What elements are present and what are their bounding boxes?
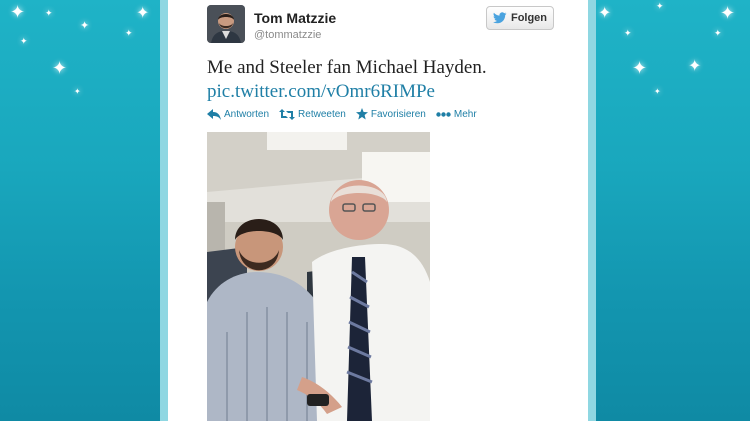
tweet-photo[interactable] <box>207 132 430 421</box>
sparkle-icon: ✦ <box>624 29 632 39</box>
retweet-label: Retweeten <box>298 108 346 120</box>
ellipsis-icon <box>436 111 451 117</box>
reply-label: Antworten <box>224 108 270 120</box>
tweet-actions: Antworten Retweeten Favorisieren Mehr <box>207 108 477 120</box>
sparkle-icon: ✦ <box>720 3 736 24</box>
sparkle-icon: ✦ <box>74 87 81 96</box>
sparkle-icon: ✦ <box>654 87 661 96</box>
author-name[interactable]: Tom Matzzie <box>254 10 336 26</box>
more-action[interactable]: Mehr <box>436 108 477 120</box>
sparkle-icon: ✦ <box>598 3 612 22</box>
tweet-body: Me and Steeler fan Michael Hayden. <box>207 57 487 78</box>
tweet-card: Tom Matzzie @tommatzzie Folgen Me and St… <box>168 0 588 421</box>
reply-action[interactable]: Antworten <box>207 108 269 120</box>
sparkle-icon: ✦ <box>688 56 702 75</box>
favorite-action[interactable]: Favorisieren <box>355 108 426 120</box>
reply-arrow-icon <box>207 108 221 120</box>
more-label: Mehr <box>453 108 477 120</box>
sparkle-icon: ✦ <box>632 58 648 79</box>
star-icon <box>355 108 368 120</box>
follow-label: Folgen <box>510 12 548 24</box>
follow-button[interactable]: Folgen <box>486 6 554 30</box>
sparkle-icon: ✦ <box>136 3 150 22</box>
tweet-text: Me and Steeler fan Michael Hayden. pic.t… <box>207 56 567 104</box>
right-background: ✦ ✦ ✦ ✦ ✦ ✦ ✦ ✦ <box>596 0 750 421</box>
sparkle-icon: ✦ <box>656 2 664 12</box>
tweet-photo-link[interactable]: pic.twitter.com/vOmr6RIMPe <box>207 80 567 104</box>
left-background: ✦ ✦ ✦ ✦ ✦ ✦ ✦ ✦ <box>0 0 160 421</box>
sparkle-icon: ✦ <box>10 2 26 23</box>
sparkle-icon: ✦ <box>125 29 133 39</box>
sparkle-icon: ✦ <box>714 29 722 39</box>
retweet-action[interactable]: Retweeten <box>279 108 346 120</box>
retweet-icon <box>279 108 296 120</box>
favorite-label: Favorisieren <box>370 108 426 120</box>
sparkle-icon: ✦ <box>45 9 53 19</box>
background-stripe <box>588 0 596 421</box>
sparkle-icon: ✦ <box>52 58 68 79</box>
avatar[interactable] <box>207 5 245 43</box>
background-stripe <box>160 0 168 421</box>
twitter-bird-icon <box>492 12 507 24</box>
author-handle[interactable]: @tommatzzie <box>254 29 321 41</box>
sparkle-icon: ✦ <box>80 19 90 32</box>
sparkle-icon: ✦ <box>20 37 28 47</box>
